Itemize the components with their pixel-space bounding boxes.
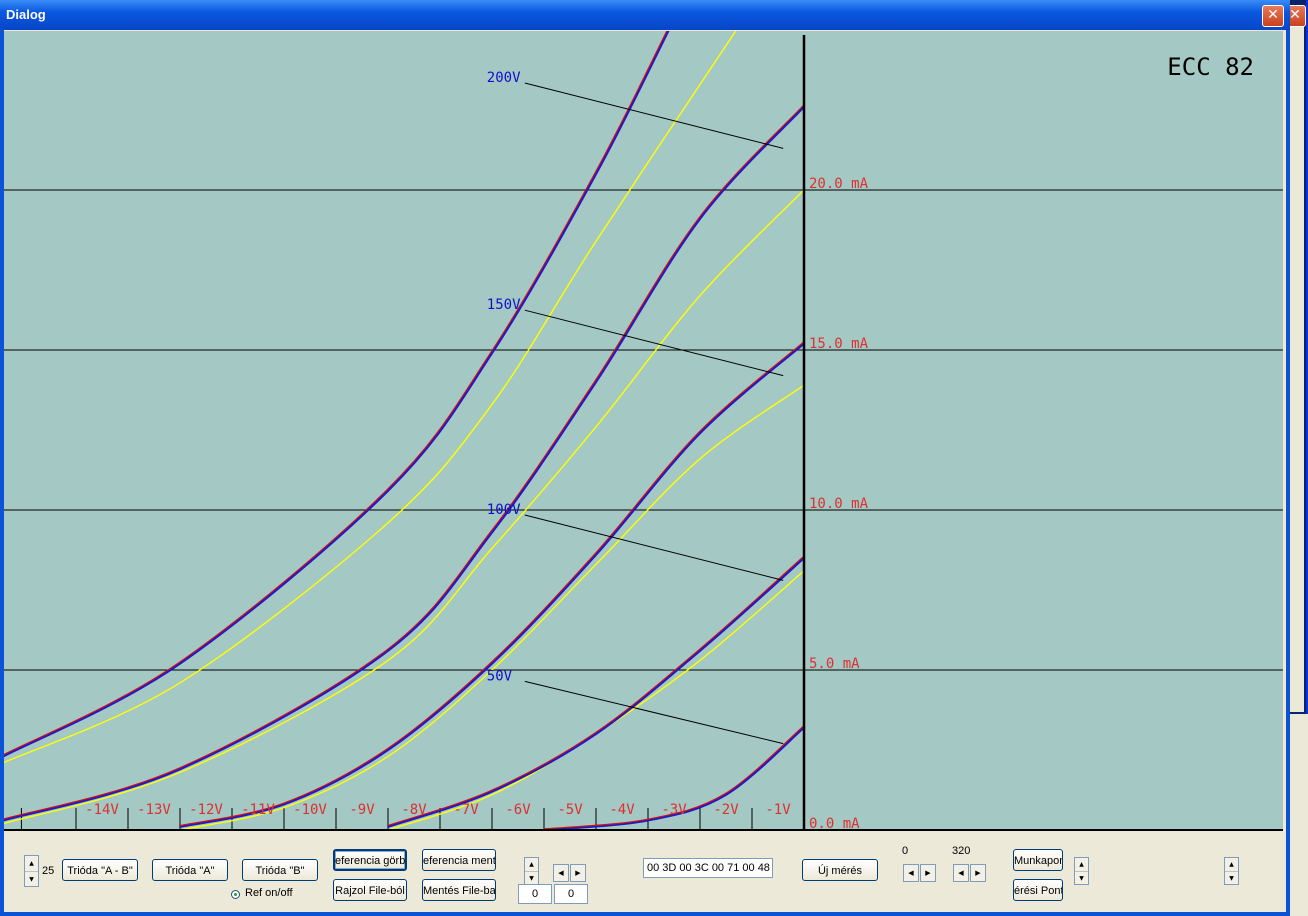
series-1-secondary-curve: [4, 189, 804, 825]
range-end-label: 320: [952, 845, 971, 857]
reference-save-button[interactable]: eferencia menté: [422, 849, 496, 871]
ref-toggle-radio[interactable]: [231, 890, 240, 899]
curve-count-spinner[interactable]: ▲ ▼: [24, 855, 39, 887]
x-tick-label-12: -2V: [713, 802, 739, 818]
y-tick-label-2: 10.0 mA: [809, 496, 869, 512]
window-title: Dialog: [6, 7, 46, 22]
trioda-ab-button[interactable]: Trióda "A - B": [62, 859, 138, 881]
series-0-secondary-curve: [4, 31, 737, 764]
x-tick-label-7: -7V: [453, 802, 479, 818]
y-tick-label-3: 15.0 mA: [809, 336, 869, 352]
x-tick-label-6: -8V: [401, 802, 427, 818]
x-tick-label-3: -11V: [241, 802, 275, 818]
range-start-label: 0: [902, 845, 909, 857]
point-spinner[interactable]: ▲ ▼: [1074, 857, 1089, 885]
series-3-measured-curve: [387, 557, 804, 828]
x-tick-label-13: -1V: [765, 802, 791, 818]
x-tick-label-8: -6V: [505, 802, 531, 818]
voltage-label-1: 150V: [487, 297, 521, 313]
trioda-b-button[interactable]: Trióda "B": [242, 859, 318, 881]
y-tick-label-4: 20.0 mA: [809, 176, 869, 192]
save-to-file-button[interactable]: Mentés File-ba: [422, 879, 496, 901]
right-spinner[interactable]: ▲ ▼: [1224, 857, 1239, 885]
y-tick-label-1: 5.0 mA: [809, 656, 860, 672]
x-tick-label-1: -13V: [137, 802, 171, 818]
offset-spinner[interactable]: ▲ ▼: [524, 857, 539, 885]
offset-hscroll[interactable]: ◀ ▶: [553, 864, 587, 882]
series-2-secondary-curve: [179, 384, 804, 831]
series-0-reference-curve: [4, 31, 668, 756]
work-point-button[interactable]: Munkapon: [1013, 849, 1063, 871]
voltage-label-3: 50V: [487, 668, 513, 684]
plot-area: 0.0 mA 5.0 mA 10.0 mA 15.0 mA 20.0 mA -14V -13…: [4, 31, 1283, 831]
x-tick-label-9: -5V: [557, 802, 583, 818]
series-0-measured-curve: [4, 31, 670, 758]
voltage-leader-line-1: [524, 309, 784, 377]
x-tick-label-2: -12V: [189, 802, 223, 818]
x-tick-label-10: -4V: [609, 802, 635, 818]
x-tick-label-4: -10V: [293, 802, 327, 818]
x-tick-label-5: -9V: [349, 802, 375, 818]
reference-curve-button[interactable]: eferencia görb: [333, 849, 407, 871]
y-tick-label-0: 0.0 mA: [809, 816, 860, 831]
x-tick-label-0: -14V: [85, 802, 119, 818]
curve-count-value: 25: [42, 865, 55, 877]
series-2-measured-curve: [179, 342, 804, 828]
voltage-label-2: 100V: [487, 502, 521, 518]
hex-data-field[interactable]: 00 3D 00 3C 00 71 00 48: [643, 858, 773, 878]
measure-point-button[interactable]: érési Pont: [1013, 879, 1063, 901]
voltage-leader-line-2: [524, 514, 784, 581]
range-end-hscroll[interactable]: ◀ ▶: [953, 864, 987, 882]
trioda-a-button[interactable]: Trióda "A": [152, 859, 228, 881]
offset-edit-2[interactable]: 0: [554, 884, 588, 904]
voltage-leader-line-0: [524, 82, 784, 149]
offset-edit-1[interactable]: 0: [518, 884, 552, 904]
dialog-window: Dialog ✕ 0.0 mA 5.0 mA 10.0 mA 15.0 mA 20.0 …: [0, 0, 1290, 916]
ref-toggle-label: Ref on/off: [245, 887, 293, 899]
chart-title: ECC 82: [1167, 53, 1254, 81]
draw-from-file-button[interactable]: Rajzol File-ból: [333, 879, 407, 901]
voltage-label-0: 200V: [487, 70, 521, 86]
new-measurement-button[interactable]: Új mérés: [802, 859, 878, 881]
title-bar: Dialog ✕: [0, 0, 1290, 30]
x-tick-label-11: -3V: [661, 802, 687, 818]
tube-characteristic-chart: 0.0 mA 5.0 mA 10.0 mA 15.0 mA 20.0 mA -14V -13…: [4, 31, 1283, 831]
range-start-hscroll[interactable]: ◀ ▶: [903, 864, 937, 882]
series-2-reference-curve: [178, 342, 803, 827]
close-icon[interactable]: ✕: [1262, 5, 1284, 27]
